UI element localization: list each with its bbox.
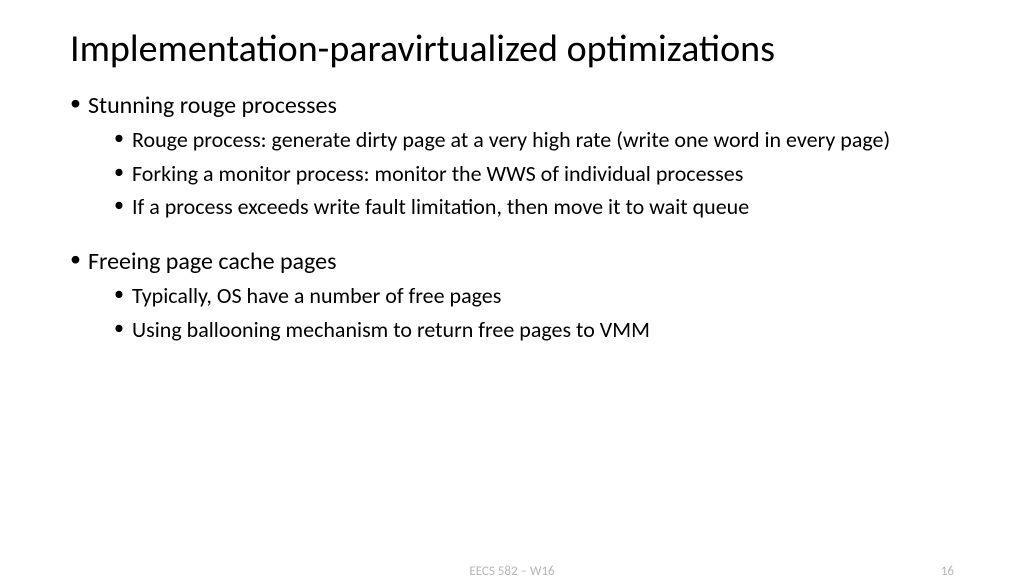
bullet-list: Stunning rouge processes Rouge process: … — [70, 90, 954, 222]
slide: Implementation-paravirtualized optimizat… — [0, 0, 1024, 576]
sub-item: Rouge process: generate dirty page at a … — [114, 125, 954, 155]
footer-course: EECS 582 – W16 — [469, 564, 554, 576]
sub-item: Typically, OS have a number of free page… — [114, 281, 954, 311]
sub-item: Using ballooning mechanism to return fre… — [114, 315, 954, 345]
sub-item: Forking a monitor process: monitor the W… — [114, 159, 954, 189]
bullet-list: Freeing page cache pages Typically, OS h… — [70, 246, 954, 345]
bullet-head: Stunning rouge processes — [88, 90, 954, 121]
bullet-head: Freeing page cache pages — [88, 246, 954, 277]
bullet-item: Stunning rouge processes Rouge process: … — [70, 90, 954, 222]
spacer — [70, 226, 954, 246]
sub-item: If a process exceeds write fault limitat… — [114, 192, 954, 222]
slide-title: Implementation-paravirtualized optimizat… — [70, 28, 954, 72]
bullet-item: Freeing page cache pages Typically, OS h… — [70, 246, 954, 345]
sub-list: Typically, OS have a number of free page… — [114, 281, 954, 344]
sub-list: Rouge process: generate dirty page at a … — [114, 125, 954, 222]
page-number: 16 — [941, 564, 954, 576]
